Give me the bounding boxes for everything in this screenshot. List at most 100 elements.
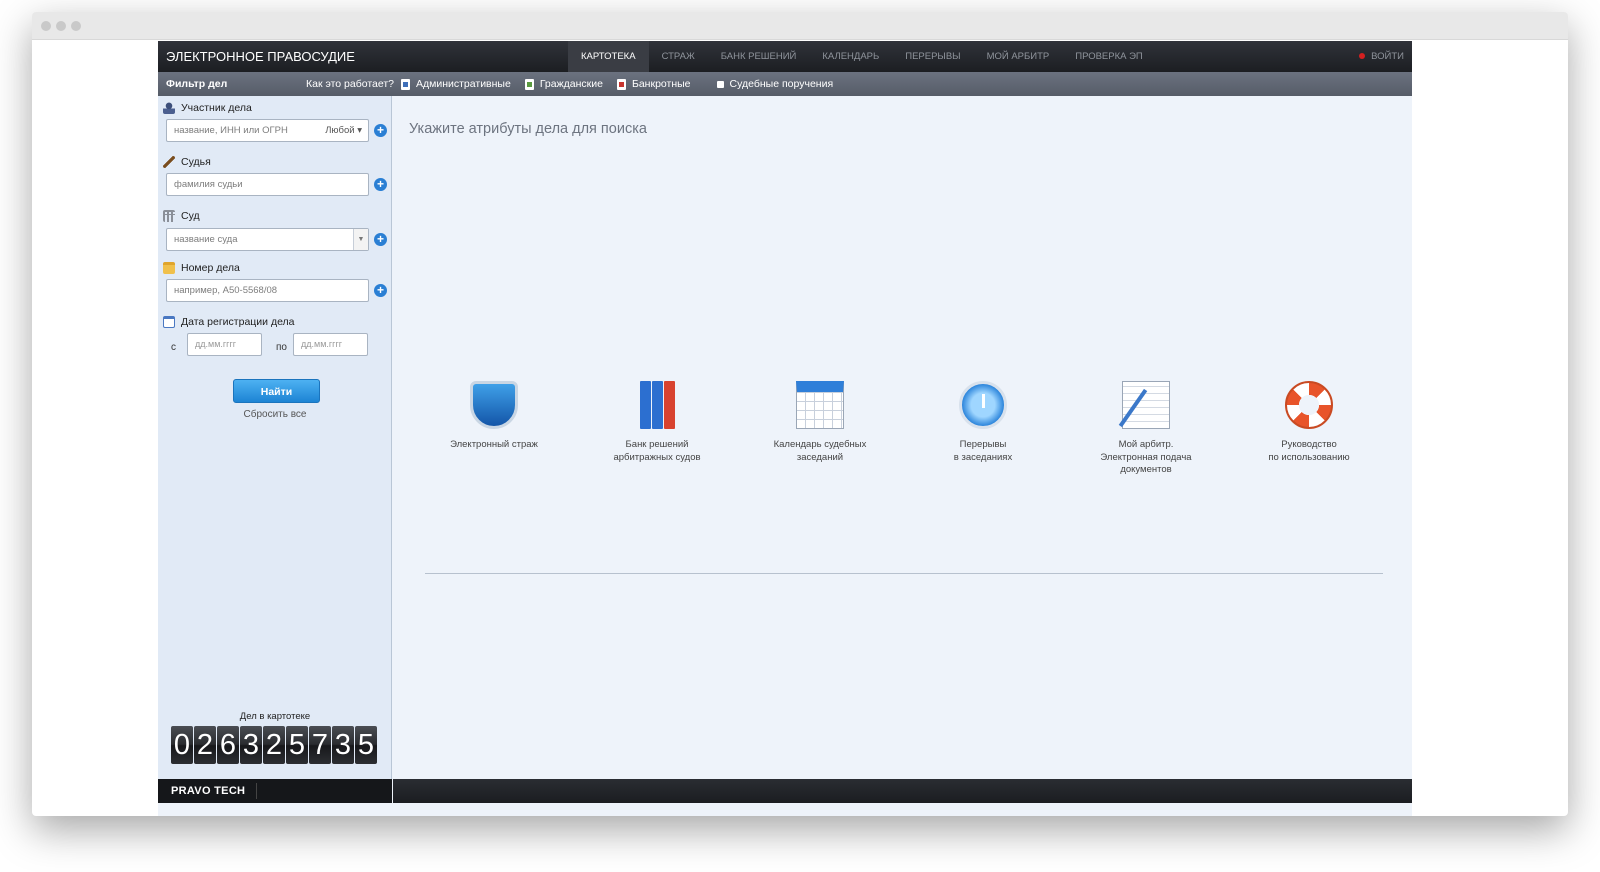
category-administrative[interactable]: Административные <box>401 78 511 90</box>
court-select[interactable]: название суда ▼ <box>166 228 369 251</box>
category-court-orders[interactable]: Судебные поручения <box>705 78 834 90</box>
reg-date-label: Дата регистрации дела <box>163 316 295 328</box>
category-civil[interactable]: Гражданские <box>524 78 603 90</box>
case-number-input[interactable]: например, А50-5568/08 <box>166 279 369 302</box>
reg-date-label-text: Дата регистрации дела <box>181 316 295 328</box>
document-pen-icon <box>1122 381 1170 429</box>
tile-caption: Банк решений арбитражных судов <box>582 439 732 464</box>
court-label-text: Суд <box>181 210 200 222</box>
tile-caption-line: Календарь судебных <box>773 439 867 450</box>
add-participant-icon[interactable]: + <box>374 124 387 137</box>
judge-placeholder: фамилия судьи <box>174 179 243 190</box>
person-icon <box>163 102 175 114</box>
filter-bar: Фильтр дел Как это работает? Администрат… <box>158 72 1412 96</box>
tile-user-guide[interactable]: Руководство по использованию <box>1234 381 1384 464</box>
tile-electronic-guard[interactable]: Электронный страж <box>419 381 569 452</box>
nav-strazh[interactable]: СТРАЖ <box>649 41 708 72</box>
login-link[interactable]: ВОЙТИ <box>1359 41 1404 72</box>
checkbox-icon[interactable] <box>716 80 724 88</box>
search-hint: Укажите атрибуты дела для поиска <box>409 121 647 137</box>
tile-caption-line: Электронный страж <box>450 439 538 450</box>
tile-caption-line: арбитражных судов <box>613 451 701 463</box>
main-nav: КАРТОТЕКА СТРАЖ БАНК РЕШЕНИЙ КАЛЕНДАРЬ П… <box>568 41 1156 72</box>
tile-caption-line: Банк решений <box>625 439 689 450</box>
category-label: Банкротные <box>631 78 691 90</box>
nav-pereryvy[interactable]: ПЕРЕРЫВЫ <box>892 41 973 72</box>
tile-court-calendar[interactable]: Календарь судебных заседаний <box>745 381 895 464</box>
calendar-icon <box>796 381 844 429</box>
tile-breaks[interactable]: Перерывы в заседаниях <box>908 381 1058 464</box>
browser-window: ЭЛЕКТРОННОЕ ПРАВОСУДИЕ КАРТОТЕКА СТРАЖ Б… <box>32 12 1568 816</box>
window-minimize-dot[interactable] <box>56 21 66 31</box>
top-nav: ЭЛЕКТРОННОЕ ПРАВОСУДИЕ КАРТОТЕКА СТРАЖ Б… <box>158 41 1412 72</box>
participant-scope-select[interactable]: Любой ▾ <box>325 120 362 141</box>
date-to-placeholder: дд.мм.гггг <box>301 339 343 349</box>
tile-caption: Руководство по использованию <box>1234 439 1384 464</box>
counter-digit: 3 <box>332 726 354 764</box>
add-judge-icon[interactable]: + <box>374 178 387 191</box>
brand-title[interactable]: ЭЛЕКТРОННОЕ ПРАВОСУДИЕ <box>166 49 355 64</box>
login-label: ВОЙТИ <box>1371 51 1404 62</box>
nav-bank-resheniy[interactable]: БАНК РЕШЕНИЙ <box>708 41 810 72</box>
find-button[interactable]: Найти <box>233 379 320 403</box>
tile-caption-line: документов <box>1120 464 1172 475</box>
tile-caption-line: Перерывы <box>959 439 1007 450</box>
date-from-input[interactable]: дд.мм.гггг <box>187 333 262 356</box>
footer-separator <box>256 783 257 799</box>
app-root: ЭЛЕКТРОННОЕ ПРАВОСУДИЕ КАРТОТЕКА СТРАЖ Б… <box>158 41 1412 816</box>
tile-decisions-bank[interactable]: Банк решений арбитражных судов <box>582 381 732 464</box>
tile-caption-line: Руководство <box>1281 439 1337 450</box>
shield-icon <box>470 381 518 429</box>
tile-caption: Мой арбитр. Электронная подача документов <box>1071 439 1221 477</box>
content-divider <box>425 573 1383 574</box>
counter-digit: 3 <box>240 726 262 764</box>
administrative-icon <box>401 78 410 90</box>
bankruptcy-icon <box>616 78 626 90</box>
window-titlebar <box>32 12 1568 40</box>
participant-label: Участник дела <box>163 102 252 114</box>
chevron-down-icon[interactable]: ▼ <box>353 229 368 250</box>
nav-kalendar[interactable]: КАЛЕНДАРЬ <box>809 41 892 72</box>
judge-label-text: Судья <box>181 156 211 168</box>
gavel-icon <box>163 156 175 168</box>
court-placeholder: название суда <box>174 234 238 245</box>
case-categories: Административные Гражданские Банкротные … <box>401 72 847 96</box>
judge-input[interactable]: фамилия судьи <box>166 173 369 196</box>
category-label: Судебные поручения <box>729 78 834 90</box>
add-court-icon[interactable]: + <box>374 233 387 246</box>
category-label: Гражданские <box>539 78 603 90</box>
participant-input[interactable]: название, ИНН или ОГРН Любой ▾ <box>166 119 369 142</box>
add-case-number-icon[interactable]: + <box>374 284 387 297</box>
counter-digit: 0 <box>171 726 193 764</box>
tile-caption-line: по использованию <box>1268 451 1350 463</box>
nav-proverka-ep[interactable]: ПРОВЕРКА ЭП <box>1062 41 1156 72</box>
howto-link[interactable]: Как это работает? <box>306 78 394 90</box>
nav-kartoteka[interactable]: КАРТОТЕКА <box>568 41 649 72</box>
filter-title: Фильтр дел <box>166 78 228 90</box>
date-to-input[interactable]: дд.мм.гггг <box>293 333 368 356</box>
tile-my-arbitr[interactable]: Мой арбитр. Электронная подача документов <box>1071 381 1221 477</box>
judge-label: Судья <box>163 156 211 168</box>
tile-caption-line: Мой арбитр. <box>1118 439 1174 450</box>
case-counter: 0 2 6 3 2 5 7 3 5 <box>171 726 378 764</box>
main-content: Укажите атрибуты дела для поиска Электро… <box>393 96 1412 779</box>
footer-left: PRAVO TECH <box>158 779 392 803</box>
window-close-dot[interactable] <box>41 21 51 31</box>
counter-digit: 6 <box>217 726 239 764</box>
courthouse-icon <box>163 210 175 222</box>
date-from-placeholder: дд.мм.гггг <box>195 339 237 349</box>
court-label: Суд <box>163 210 200 222</box>
tile-caption: Календарь судебных заседаний <box>745 439 895 464</box>
civil-icon <box>524 78 534 90</box>
case-counter-label: Дел в картотеке <box>239 711 311 722</box>
case-number-placeholder: например, А50-5568/08 <box>174 285 278 296</box>
counter-digit: 5 <box>286 726 308 764</box>
participant-scope-value: Любой <box>325 125 355 136</box>
window-maximize-dot[interactable] <box>71 21 81 31</box>
category-bankruptcy[interactable]: Банкротные <box>616 78 691 90</box>
tile-caption: Перерывы в заседаниях <box>908 439 1058 464</box>
nav-moy-arbitr[interactable]: МОЙ АРБИТР <box>974 41 1063 72</box>
pravo-tech-logo[interactable]: PRAVO TECH <box>171 785 245 797</box>
reset-all-link[interactable]: Сбросить все <box>158 409 392 420</box>
counter-digit: 5 <box>355 726 377 764</box>
